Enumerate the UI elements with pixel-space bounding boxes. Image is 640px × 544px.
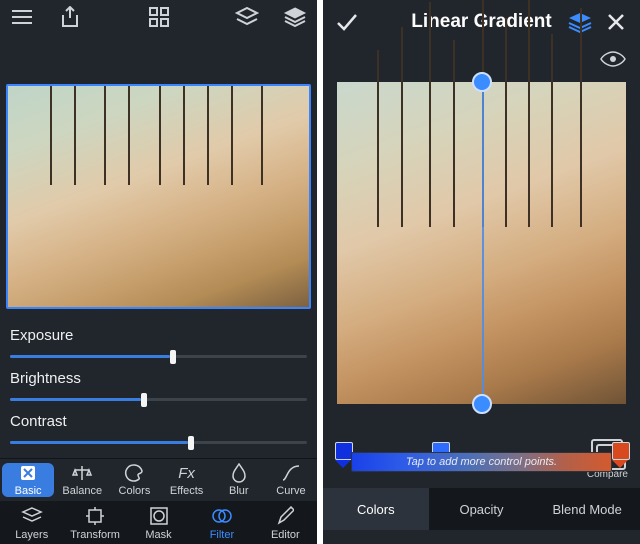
nav-filter[interactable]: Filter bbox=[190, 501, 253, 544]
tab-colors[interactable]: Colors bbox=[323, 488, 429, 530]
close-icon[interactable] bbox=[602, 8, 630, 36]
tab-blend-mode[interactable]: Blend Mode bbox=[534, 488, 640, 530]
gradient-strip[interactable]: Tap to add more control points. bbox=[335, 442, 628, 472]
gradient-canvas[interactable] bbox=[337, 82, 626, 404]
contrast-label: Contrast bbox=[10, 413, 307, 430]
gradient-axis[interactable] bbox=[482, 74, 484, 412]
tab-opacity[interactable]: Opacity bbox=[429, 488, 535, 530]
filter-blur[interactable]: Blur bbox=[213, 459, 265, 501]
share-icon[interactable] bbox=[56, 3, 84, 31]
menu-icon[interactable] bbox=[8, 3, 36, 31]
gradient-stop-1[interactable] bbox=[335, 442, 351, 472]
grid-icon[interactable] bbox=[145, 3, 173, 31]
toolbar-left bbox=[0, 0, 317, 34]
layers-solid-icon[interactable] bbox=[281, 3, 309, 31]
image-content bbox=[8, 86, 309, 307]
filter-basic[interactable]: Basic bbox=[2, 463, 54, 497]
gradient-hint: Tap to add more control points. bbox=[406, 456, 557, 468]
image-canvas[interactable] bbox=[6, 84, 311, 309]
nav-editor[interactable]: Editor bbox=[254, 501, 317, 544]
filter-colors[interactable]: Colors bbox=[108, 459, 160, 501]
gradient-stop-3[interactable] bbox=[612, 442, 628, 472]
gradient-bar[interactable]: Tap to add more control points. bbox=[351, 452, 612, 472]
contrast-slider[interactable] bbox=[10, 434, 307, 450]
filter-curve[interactable]: Curve bbox=[265, 459, 317, 501]
brightness-slider[interactable] bbox=[10, 391, 307, 407]
gradient-tabs: Colors Opacity Blend Mode bbox=[323, 488, 640, 530]
gradient-handle-bottom[interactable] bbox=[472, 394, 492, 414]
filter-balance[interactable]: Balance bbox=[56, 459, 108, 501]
filter-effects[interactable]: FxEffects bbox=[161, 459, 213, 501]
confirm-icon[interactable] bbox=[333, 8, 361, 36]
nav-layers[interactable]: Layers bbox=[0, 501, 63, 544]
exposure-label: Exposure bbox=[10, 327, 307, 344]
layers-outline-icon[interactable] bbox=[233, 3, 261, 31]
sliders-panel: Exposure Brightness Contrast bbox=[0, 319, 317, 458]
visibility-icon[interactable] bbox=[600, 51, 626, 67]
exposure-slider[interactable] bbox=[10, 348, 307, 364]
brightness-label: Brightness bbox=[10, 370, 307, 387]
gradient-handle-top[interactable] bbox=[472, 72, 492, 92]
bottom-nav: Layers Transform Mask Filter Editor bbox=[0, 501, 317, 544]
nav-transform[interactable]: Transform bbox=[63, 501, 126, 544]
filter-category-row: Basic Balance Colors FxEffects Blur Curv… bbox=[0, 458, 317, 501]
nav-mask[interactable]: Mask bbox=[127, 501, 190, 544]
